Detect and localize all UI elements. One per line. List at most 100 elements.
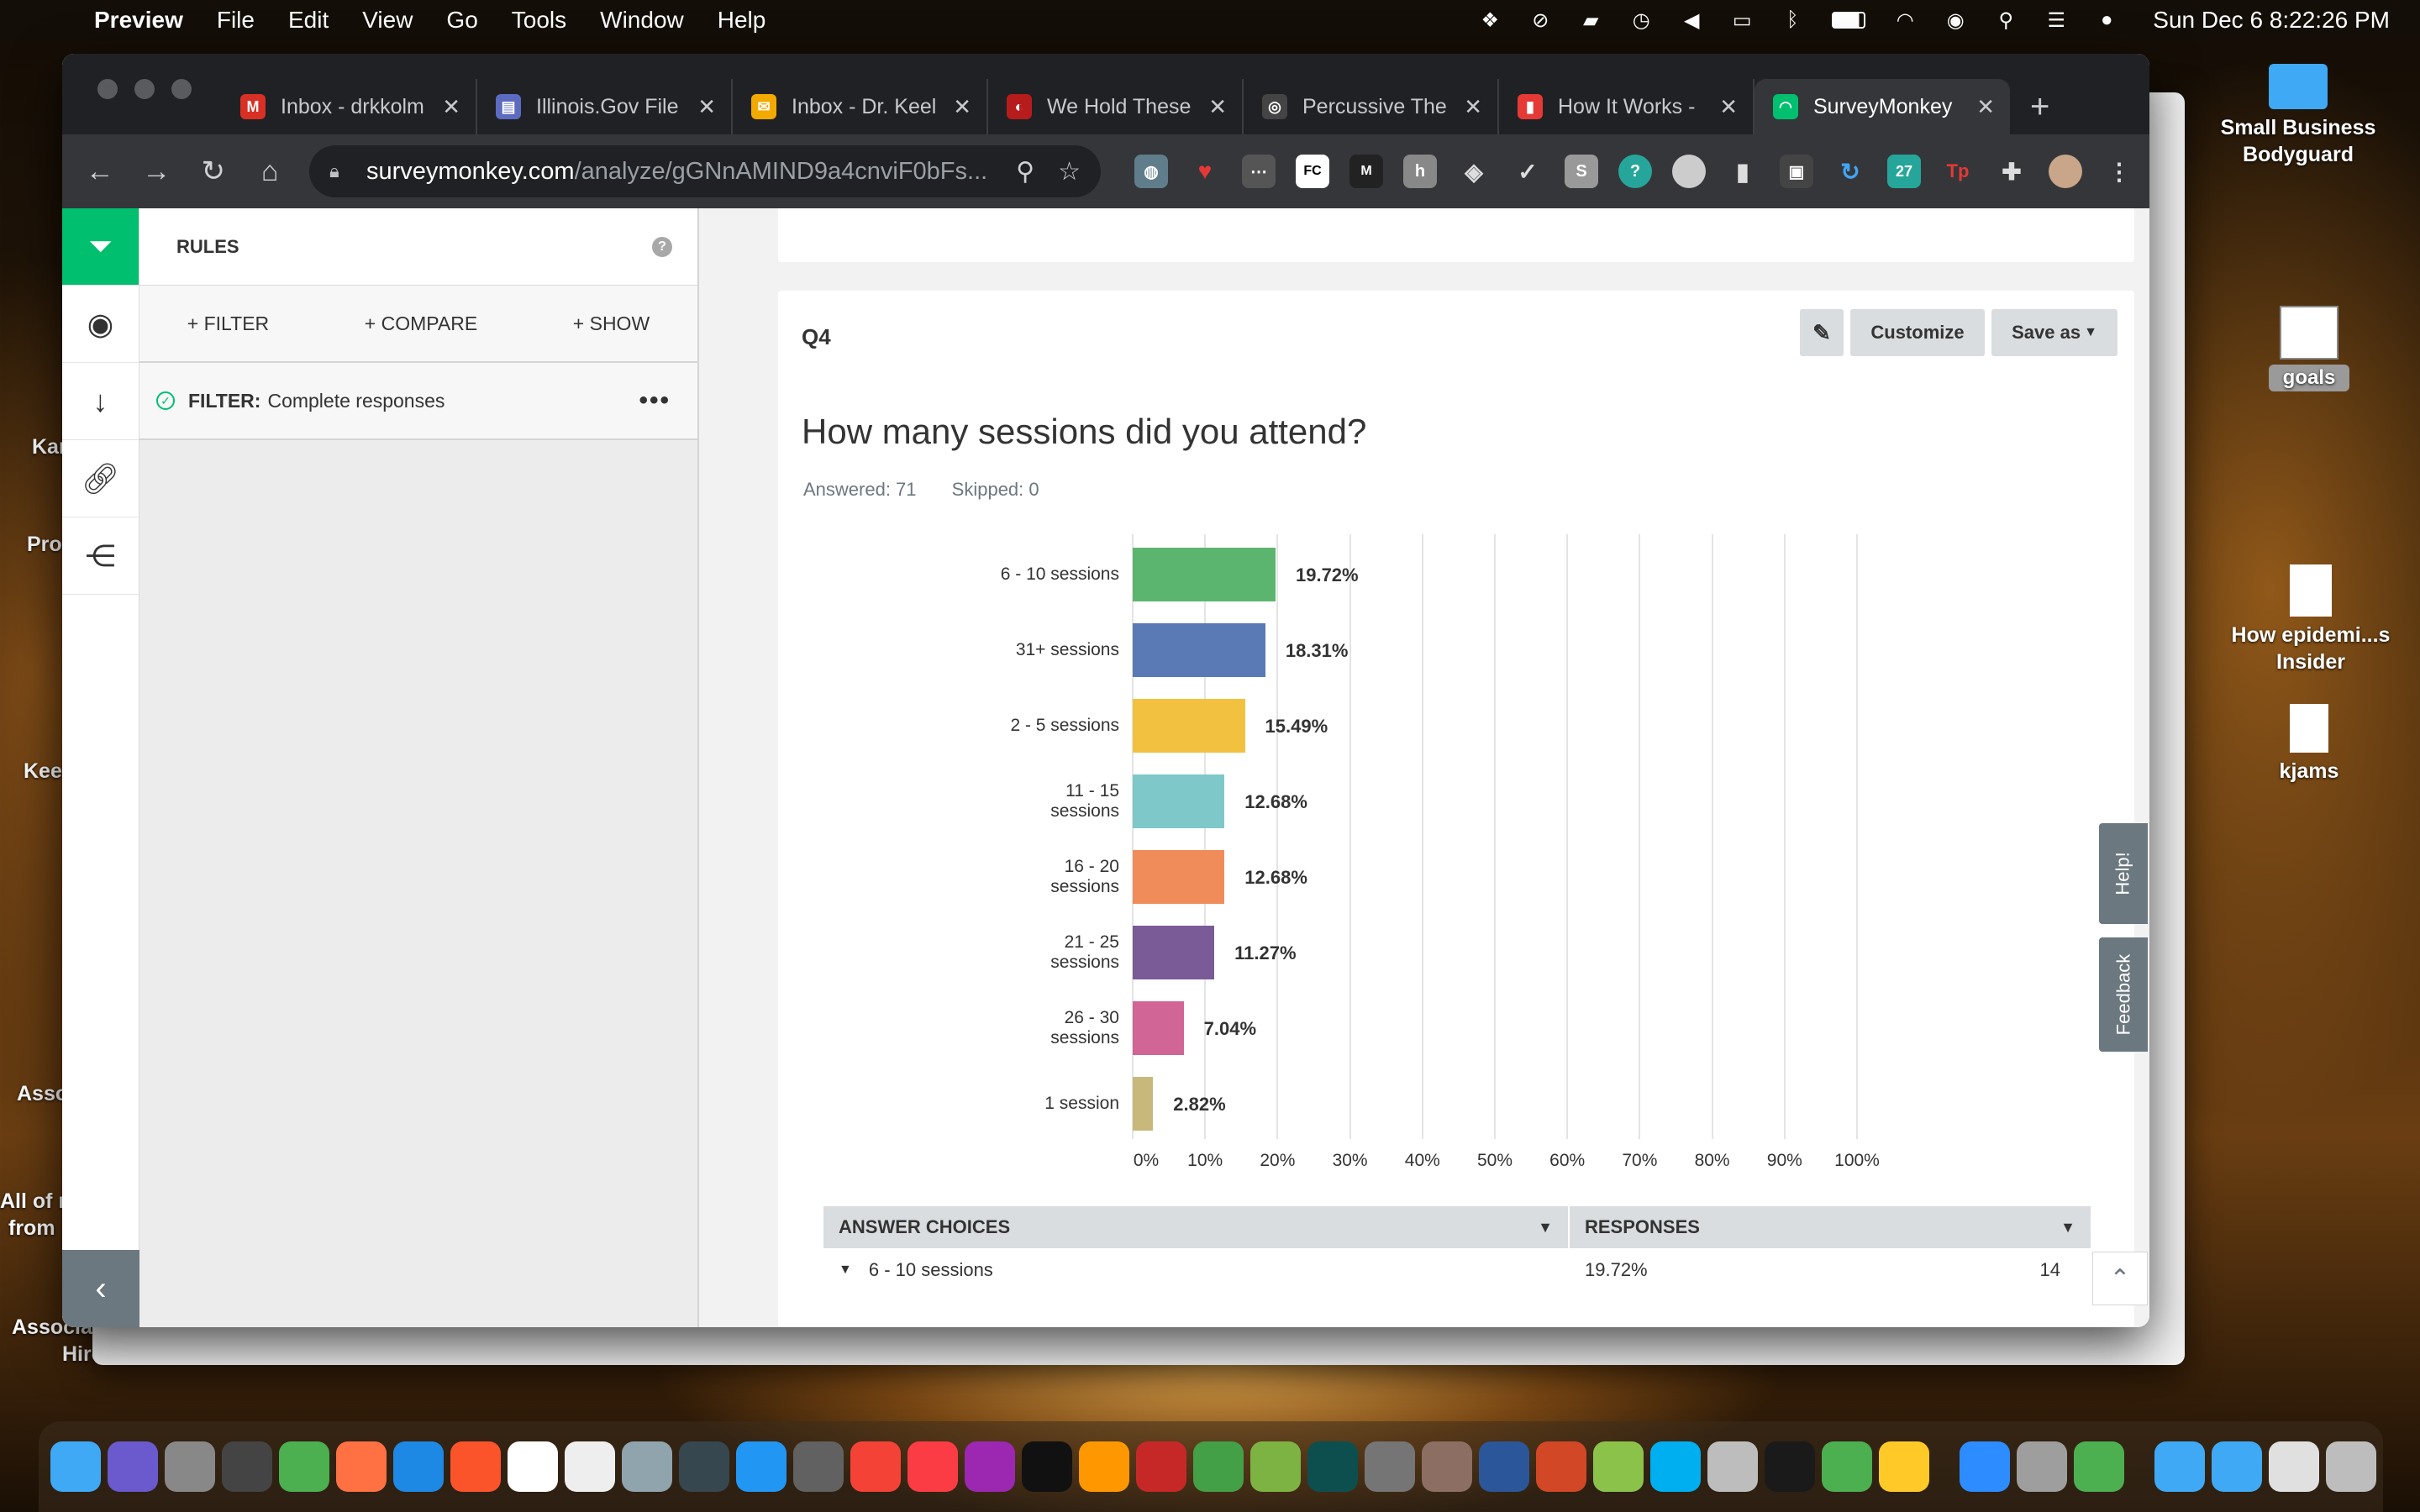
- maps-icon[interactable]: [1822, 1441, 1872, 1492]
- word-icon[interactable]: [1479, 1441, 1529, 1492]
- messages-green-icon[interactable]: [2074, 1441, 2124, 1492]
- powerpoint-icon[interactable]: [1536, 1441, 1586, 1492]
- siri-icon[interactable]: [108, 1441, 158, 1492]
- profile-avatar[interactable]: [2048, 155, 2082, 188]
- extension-h-icon[interactable]: h: [1402, 155, 1437, 188]
- menu-file[interactable]: File: [200, 7, 271, 34]
- filter-options-icon[interactable]: •••: [639, 386, 671, 415]
- answer-choices-header[interactable]: ANSWER CHOICES ▼: [823, 1206, 1568, 1248]
- search-icon[interactable]: ⚲: [1016, 157, 1034, 186]
- minimize-window-button[interactable]: [134, 79, 155, 99]
- circle-slash-icon[interactable]: ⊘: [1528, 9, 1553, 32]
- tab-close-icon[interactable]: ✕: [1208, 94, 1227, 120]
- recent-files-icon[interactable]: [2269, 1441, 2319, 1492]
- collapse-chevron-icon[interactable]: ‹: [62, 1250, 139, 1327]
- tab-close-icon[interactable]: ✕: [1976, 94, 1995, 120]
- photo-booth-icon[interactable]: [1136, 1441, 1186, 1492]
- reload-icon[interactable]: ↻: [189, 147, 237, 196]
- finder-icon[interactable]: [50, 1441, 101, 1492]
- extension-s-icon[interactable]: S: [1564, 155, 1598, 188]
- menu-tools[interactable]: Tools: [495, 7, 583, 34]
- add-compare-button[interactable]: + COMPARE: [365, 312, 477, 335]
- tab-6[interactable]: ◠ SurveyMonkey ✕: [1754, 79, 2010, 134]
- extension-m-icon[interactable]: M: [1349, 155, 1383, 188]
- facetime-icon[interactable]: [1193, 1441, 1244, 1492]
- slack-icon[interactable]: [508, 1441, 558, 1492]
- help-question-icon[interactable]: ?: [652, 236, 672, 257]
- chart-bar[interactable]: [1133, 699, 1245, 753]
- battery-icon[interactable]: [1830, 9, 1867, 31]
- download-arrow-icon[interactable]: ↓: [62, 363, 139, 440]
- desktop-label-partial[interactable]: Asso: [17, 1082, 68, 1106]
- zoom-window-button[interactable]: [171, 79, 192, 99]
- save-as-button[interactable]: Save as ▼: [1991, 309, 2118, 356]
- chart-bar[interactable]: [1133, 548, 1276, 601]
- extension-check-icon[interactable]: ✓: [1511, 155, 1544, 188]
- desktop-label-partial[interactable]: Kee: [24, 759, 62, 784]
- textedit-icon[interactable]: [565, 1441, 615, 1492]
- extension-fc-icon[interactable]: FC: [1295, 155, 1329, 188]
- extensions-puzzle-icon[interactable]: ✚: [1995, 155, 2028, 188]
- music-icon[interactable]: [908, 1441, 958, 1492]
- safari-icon[interactable]: [393, 1441, 444, 1492]
- extension-circle-icon[interactable]: [1671, 155, 1706, 188]
- wifi-icon[interactable]: ◠: [1892, 9, 1918, 32]
- tab-0[interactable]: M Inbox - drkkolm ✕: [222, 79, 477, 134]
- chart-bar[interactable]: [1133, 623, 1265, 677]
- quicktime-icon[interactable]: [679, 1441, 729, 1492]
- time-machine-icon[interactable]: [1307, 1441, 1358, 1492]
- volume-icon[interactable]: ◀: [1679, 9, 1704, 32]
- preview-icon[interactable]: [622, 1441, 672, 1492]
- tv-icon[interactable]: [1022, 1441, 1072, 1492]
- tab-close-icon[interactable]: ✕: [442, 94, 460, 120]
- desktop-label-partial[interactable]: Pro: [27, 533, 62, 557]
- truck-icon[interactable]: ▰: [1578, 9, 1603, 32]
- trash-icon[interactable]: [2326, 1441, 2376, 1492]
- extension-bookmark-icon[interactable]: ▮: [1726, 155, 1760, 188]
- messages-icon[interactable]: [736, 1441, 786, 1492]
- extension-camera-icon[interactable]: ◈: [1457, 155, 1491, 188]
- acrobat-icon[interactable]: [1765, 1441, 1815, 1492]
- desktop-file-kjams[interactable]: kjams: [2269, 704, 2349, 785]
- expand-triangle-icon[interactable]: ▼: [839, 1263, 852, 1278]
- tab-2[interactable]: ✉ Inbox - Dr. Keel ✕: [733, 79, 988, 134]
- menu-go[interactable]: Go: [429, 7, 494, 34]
- chart-bar[interactable]: [1133, 774, 1225, 828]
- extension-globe-icon[interactable]: ◍: [1134, 155, 1168, 188]
- link-icon[interactable]: 🔗︎: [62, 440, 139, 517]
- vectorworks-icon[interactable]: [1250, 1441, 1301, 1492]
- tab-3[interactable]: ◐ We Hold These ✕: [988, 79, 1244, 134]
- brave-icon[interactable]: [450, 1441, 501, 1492]
- menu-window[interactable]: Window: [583, 7, 701, 34]
- photos-icon[interactable]: [1879, 1441, 1929, 1492]
- eye-icon[interactable]: ◉: [62, 286, 139, 363]
- documents-folder-icon[interactable]: [2212, 1441, 2262, 1492]
- table-row[interactable]: ▼ 6 - 10 sessions 19.72% 14: [823, 1248, 2091, 1292]
- books-icon[interactable]: [1079, 1441, 1129, 1492]
- skype-icon[interactable]: [1650, 1441, 1701, 1492]
- pkg-icon[interactable]: [1593, 1441, 1644, 1492]
- launchpad-icon[interactable]: [165, 1441, 215, 1492]
- calculator-icon[interactable]: [793, 1441, 844, 1492]
- nosleep-icon[interactable]: [1707, 1441, 1758, 1492]
- podcasts-icon[interactable]: [965, 1441, 1015, 1492]
- downloads-folder-icon[interactable]: [2154, 1441, 2205, 1492]
- news-icon[interactable]: [850, 1441, 901, 1492]
- extension-question-icon[interactable]: ?: [1618, 155, 1652, 188]
- menu-view[interactable]: View: [345, 7, 429, 34]
- keychain-icon[interactable]: [2017, 1441, 2067, 1492]
- desktop-file-goals[interactable]: goals: [2269, 306, 2349, 391]
- pin-icon[interactable]: ✎: [1800, 309, 1844, 356]
- new-tab-button[interactable]: +: [2010, 79, 2070, 134]
- control-center-icon[interactable]: ☰: [2044, 9, 2069, 32]
- address-bar[interactable]: 🔒︎ surveymonkey.com /analyze/gGNnAMIND9a…: [308, 145, 1101, 197]
- tab-close-icon[interactable]: ✕: [953, 94, 971, 120]
- forward-arrow-icon[interactable]: →: [132, 147, 180, 196]
- customize-button[interactable]: Customize: [1850, 309, 1985, 356]
- tab-close-icon[interactable]: ✕: [1719, 94, 1738, 120]
- mission-control-icon[interactable]: [222, 1441, 272, 1492]
- tab-close-icon[interactable]: ✕: [697, 94, 716, 120]
- active-filter-row[interactable]: ✓ FILTER: Complete responses •••: [139, 363, 697, 440]
- menu-help[interactable]: Help: [701, 7, 783, 34]
- bluetooth-icon[interactable]: ᛒ: [1780, 8, 1805, 31]
